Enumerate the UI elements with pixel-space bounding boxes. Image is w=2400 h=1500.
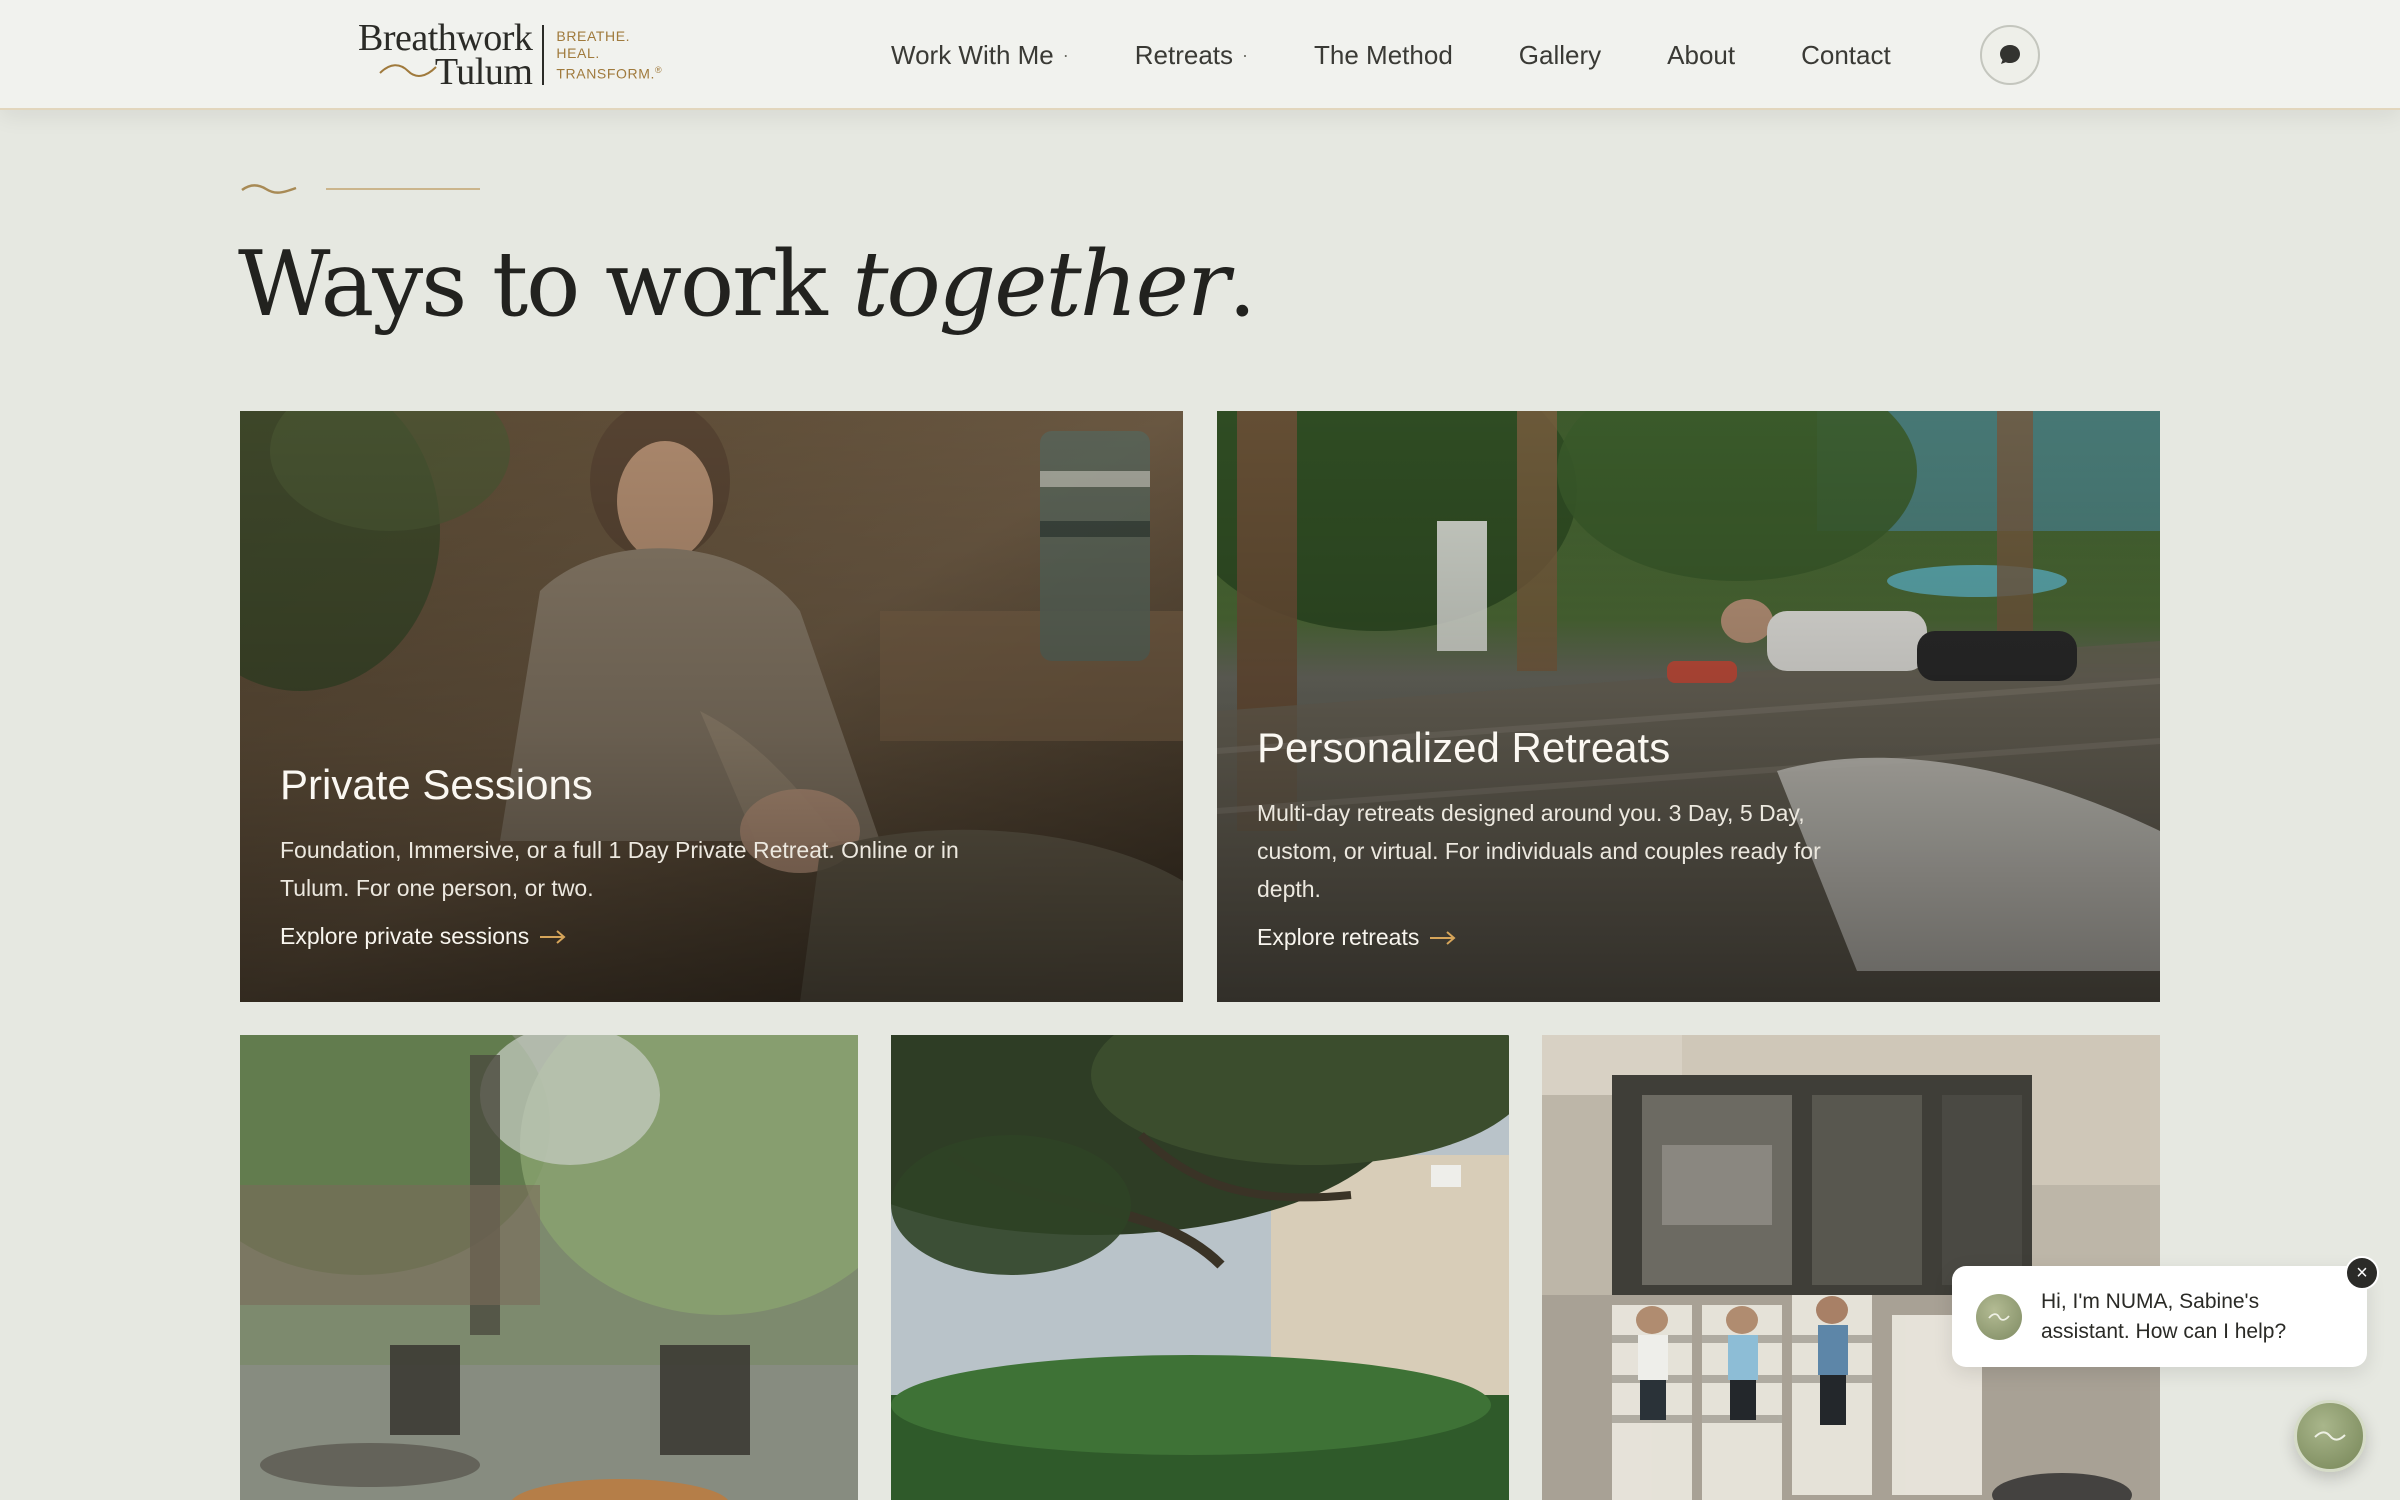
card-group-session[interactable] — [240, 1035, 858, 1500]
link-label: Explore retreats — [1257, 924, 1420, 950]
logo-wordmark: Breathwork Tulum — [358, 17, 533, 93]
link-label: Explore private sessions — [280, 923, 530, 949]
dropdown-dot-icon: · — [1242, 44, 1249, 65]
assistant-launcher-button[interactable] — [2294, 1400, 2366, 1472]
card-text-block: Private Sessions Foundation, Immersive, … — [280, 761, 980, 950]
arrow-right-icon — [540, 929, 566, 944]
card-personalized-retreats[interactable]: Personalized Retreats Multi-day retreats… — [1217, 411, 2160, 1002]
nav-item-about[interactable]: About — [1667, 40, 1735, 71]
wave-icon — [1988, 1312, 2010, 1321]
nav-item-gallery[interactable]: Gallery — [1519, 40, 1601, 71]
card-private-sessions[interactable]: Private Sessions Foundation, Immersive, … — [240, 411, 1183, 1002]
logo-swash-icon — [379, 64, 437, 77]
brand-logo[interactable]: Breathwork Tulum BREATHE. HEAL. TRANSFOR… — [358, 17, 662, 93]
tagline-breathe: BREATHE. — [556, 27, 631, 44]
garden-group-photo — [240, 1035, 858, 1500]
nav-label: Work With Me — [891, 39, 1054, 70]
nav-label: About — [1667, 39, 1736, 70]
wave-icon — [2314, 1431, 2346, 1441]
assistant-popup[interactable]: Hi, I'm NUMA, Sabine's assistant. How ca… — [1952, 1266, 2367, 1367]
nav-label: Retreats — [1134, 39, 1234, 70]
main-nav: Work With Me · Retreats · The Method Gal… — [891, 30, 1891, 80]
card-tree-courtyard[interactable] — [891, 1035, 1509, 1500]
card-description: Multi-day retreats designed around you. … — [1257, 800, 1821, 902]
dropdown-dot-icon: · — [1062, 44, 1069, 65]
nav-item-retreats[interactable]: Retreats · — [1135, 40, 1248, 71]
logo-tagline: BREATHE. HEAL. TRANSFORM.® — [556, 28, 662, 83]
nav-item-contact[interactable]: Contact — [1801, 40, 1891, 71]
nav-item-the-method[interactable]: The Method — [1314, 40, 1453, 71]
arrow-right-icon — [1430, 930, 1456, 945]
card-text-block: Personalized Retreats Multi-day retreats… — [1257, 724, 1857, 951]
tree-courtyard-photo — [891, 1035, 1509, 1500]
chat-bubble-icon — [2000, 45, 2020, 64]
tagline-transform: TRANSFORM.® — [556, 64, 663, 82]
assistant-avatar — [1976, 1293, 2022, 1340]
section-title: Ways to work together. — [238, 232, 1257, 337]
logo-name-line2: Tulum — [434, 51, 533, 93]
card-title: Personalized Retreats — [1257, 724, 1671, 771]
chat-button[interactable] — [1980, 25, 2040, 85]
assistant-message: Hi, I'm NUMA, Sabine's assistant. How ca… — [2041, 1289, 2287, 1343]
site-header: Breathwork Tulum BREATHE. HEAL. TRANSFOR… — [0, 0, 2400, 110]
close-icon: × — [2356, 1261, 2368, 1284]
nav-label: Contact — [1801, 39, 1891, 70]
nav-label: Gallery — [1518, 39, 1602, 70]
tagline-heal: HEAL. — [556, 44, 600, 61]
nav-item-work-with-me[interactable]: Work With Me · — [891, 40, 1069, 71]
logo-divider — [542, 25, 545, 85]
assistant-close-button[interactable]: × — [2345, 1256, 2379, 1290]
logo-name-line1: Breathwork — [358, 17, 533, 59]
explore-retreats-link[interactable]: Explore retreats — [1257, 924, 1457, 951]
section-ornament-icon — [241, 184, 480, 194]
card-description: Foundation, Immersive, or a full 1 Day P… — [280, 837, 959, 901]
nav-label: The Method — [1314, 39, 1453, 70]
card-title: Private Sessions — [280, 761, 593, 808]
explore-private-sessions-link[interactable]: Explore private sessions — [280, 923, 567, 950]
